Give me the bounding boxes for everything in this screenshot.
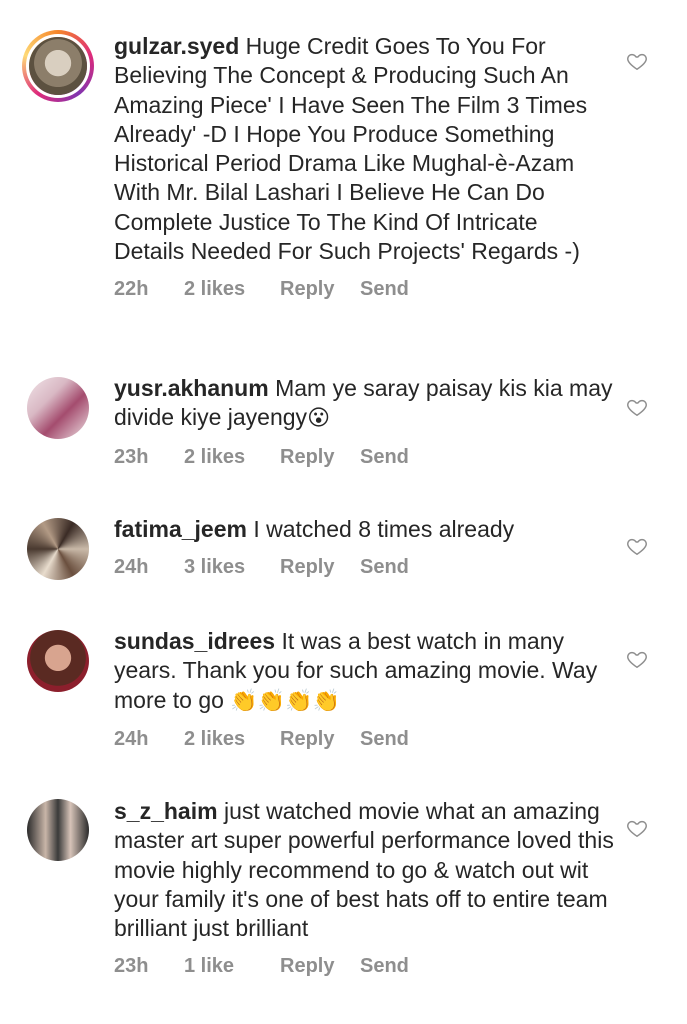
comment-time: 22h xyxy=(114,278,149,301)
comment-username[interactable]: yusr.akhanum xyxy=(114,375,269,401)
comment-text-block: gulzar.syed Huge Credit Goes To You For … xyxy=(114,32,614,266)
abstract-art-avatar-icon xyxy=(27,518,89,580)
send-button[interactable]: Send xyxy=(360,556,409,579)
heart-icon[interactable] xyxy=(626,396,648,418)
reply-button[interactable]: Reply xyxy=(280,556,360,579)
heart-icon[interactable] xyxy=(626,817,648,839)
avatar[interactable] xyxy=(27,799,89,861)
comment-meta: 24h 2 likes Reply Send xyxy=(114,728,614,751)
comment-meta: 22h 2 likes Reply Send xyxy=(114,278,614,301)
woman-portrait-avatar-icon xyxy=(27,630,89,692)
comment-username[interactable]: sundas_idrees xyxy=(114,628,275,654)
send-button[interactable]: Send xyxy=(360,278,409,301)
send-button[interactable]: Send xyxy=(360,955,409,978)
comment-time: 23h xyxy=(114,955,149,978)
heart-icon[interactable] xyxy=(626,50,648,72)
woman-photo-avatar-icon xyxy=(27,377,89,439)
group-photo-avatar-icon xyxy=(27,799,89,861)
avatar[interactable] xyxy=(27,377,89,439)
reply-button[interactable]: Reply xyxy=(280,278,360,301)
avatar[interactable] xyxy=(27,518,89,580)
comment-username[interactable]: s_z_haim xyxy=(114,798,218,824)
comment-likes-link[interactable]: 2 likes xyxy=(184,728,280,751)
comment-username[interactable]: gulzar.syed xyxy=(114,33,239,59)
comment-username[interactable]: fatima_jeem xyxy=(114,516,247,542)
comment-time: 23h xyxy=(114,445,149,468)
comment-text-block: sundas_idrees It was a best watch in man… xyxy=(114,627,614,716)
astonished-face-emoji: 😮 xyxy=(307,406,330,432)
comment-likes-link[interactable]: 3 likes xyxy=(184,556,280,579)
send-button[interactable]: Send xyxy=(360,446,409,469)
comment-text: Huge Credit Goes To You For Believing Th… xyxy=(114,33,588,265)
comment-text-block: s_z_haim just watched movie what an amaz… xyxy=(114,797,614,943)
comment-meta: 23h 2 likes Reply Send xyxy=(114,446,614,469)
comment-likes-link[interactable]: 2 likes xyxy=(184,278,280,301)
avatar[interactable] xyxy=(27,630,89,692)
reply-button[interactable]: Reply xyxy=(280,955,360,978)
comment-text: I watched 8 times already xyxy=(253,516,515,542)
heart-icon[interactable] xyxy=(626,535,648,557)
clapping-hands-emoji: 👏👏👏👏 xyxy=(230,688,340,714)
comment-meta: 24h 3 likes Reply Send xyxy=(114,556,614,579)
comment-likes-link[interactable]: 1 like xyxy=(184,955,280,978)
comment-time: 24h xyxy=(114,727,149,750)
comment-likes-link[interactable]: 2 likes xyxy=(184,446,280,469)
masked-face-avatar-icon xyxy=(29,37,87,95)
reply-button[interactable]: Reply xyxy=(280,446,360,469)
comment-meta: 23h 1 like Reply Send xyxy=(114,955,614,978)
avatar[interactable] xyxy=(22,30,94,102)
send-button[interactable]: Send xyxy=(360,728,409,751)
reply-button[interactable]: Reply xyxy=(280,728,360,751)
comment-time: 24h xyxy=(114,556,149,579)
comment-text-block: fatima_jeem I watched 8 times already xyxy=(114,515,614,544)
heart-icon[interactable] xyxy=(626,648,648,670)
comment-text-block: yusr.akhanum Mam ye saray paisay kis kia… xyxy=(114,374,614,434)
